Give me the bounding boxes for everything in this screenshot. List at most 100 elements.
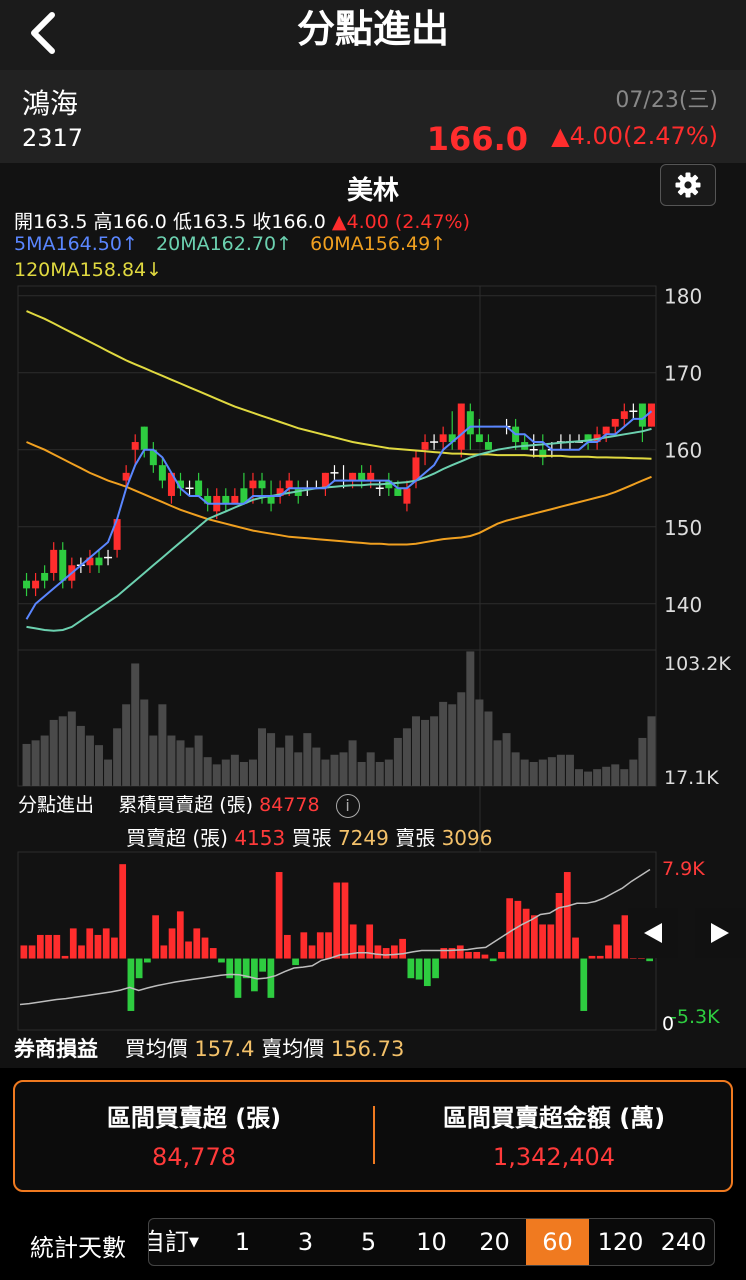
volume-bar	[620, 769, 629, 786]
net-value: 4153	[234, 826, 286, 850]
buy-sell-bar	[36, 934, 44, 959]
days-selector[interactable]: 自訂▼ 135102060120240	[148, 1218, 715, 1266]
volume-bar	[303, 733, 312, 786]
volume-bar	[556, 754, 565, 786]
cum-label: 累積買賣超 (張)	[118, 794, 254, 816]
volume-bar	[457, 692, 466, 786]
days-option-120[interactable]: 120	[589, 1219, 652, 1265]
buy-sell-bar	[53, 934, 61, 959]
volume-bar	[85, 735, 94, 786]
candle-body	[647, 403, 655, 427]
candle-body	[611, 418, 619, 427]
buy-avg-label: 買均價	[124, 1037, 188, 1061]
days-option-1[interactable]: 1	[211, 1219, 274, 1265]
volume-bar	[140, 699, 149, 786]
buy-sell-bar	[78, 945, 85, 959]
buy-sell-bar	[563, 872, 571, 959]
volume-bar	[629, 759, 638, 786]
volume-bar	[602, 766, 611, 786]
volume-bar	[131, 663, 140, 786]
buy-sell-bar	[127, 958, 135, 1011]
volume-bar	[149, 735, 158, 786]
buy-sell-bar	[308, 945, 316, 959]
volume-bar	[484, 711, 493, 786]
buy-sell-bar	[69, 928, 77, 959]
summary-net-label: 區間買賣超 (張)	[106, 1104, 282, 1132]
buy-sell-bar	[325, 932, 332, 959]
candle-body	[158, 465, 166, 481]
buy-sell-bar	[596, 955, 604, 959]
buy-sell-bar	[506, 898, 514, 959]
volume-bar	[94, 745, 103, 786]
prev-button[interactable]	[628, 908, 678, 958]
buy-sell-bar	[514, 900, 522, 959]
price-tick-label: 160	[664, 439, 702, 463]
volume-bar	[611, 764, 620, 786]
days-option-60[interactable]: 60	[526, 1219, 589, 1265]
buy-sell-bar	[646, 958, 653, 962]
volume-bar	[31, 740, 40, 786]
volume-bar	[466, 651, 475, 786]
buy-sell-bar	[275, 872, 283, 959]
days-option-5[interactable]: 5	[337, 1219, 400, 1265]
buy-sell-bar	[481, 954, 489, 959]
buy-sell-bar	[382, 948, 390, 959]
bs-panel-detail: 買賣超 (張) 4153 買張 7249 賣張 3096	[126, 822, 492, 851]
days-custom-dropdown[interactable]: 自訂▼	[149, 1219, 211, 1265]
buy-sell-bar	[489, 958, 497, 962]
candle-body	[620, 411, 628, 419]
triangle-right-icon	[711, 923, 729, 943]
buy-sell-bar	[316, 932, 324, 959]
candle-body	[439, 434, 447, 443]
volume-bar	[185, 747, 194, 786]
broker-profit-title: 券商損益	[14, 1037, 98, 1061]
volume-bar	[547, 757, 556, 786]
price-tick-label: 170	[664, 362, 702, 386]
buy-sell-bar	[119, 864, 127, 959]
candle-body	[421, 442, 429, 450]
volume-bar	[276, 747, 285, 786]
buy-sell-bar	[580, 958, 588, 1011]
days-option-10[interactable]: 10	[400, 1219, 463, 1265]
volume-bar	[22, 743, 31, 786]
buy-sell-bar	[440, 948, 448, 959]
buy-sell-bar	[251, 958, 258, 992]
volume-bar	[104, 759, 113, 786]
buy-sell-bar	[94, 934, 102, 959]
buysell-bottom-tick: -5.3K	[670, 1006, 720, 1028]
caret-down-icon: ▼	[189, 1235, 199, 1250]
volume-bar	[384, 759, 393, 786]
buy-sell-bar	[399, 938, 406, 959]
buy-sell-bar	[218, 958, 225, 963]
buy-sell-bar	[605, 945, 612, 959]
bs-panel-title: 分點進出	[18, 794, 95, 816]
buy-sell-bar	[572, 937, 579, 959]
days-option-240[interactable]: 240	[652, 1219, 714, 1265]
buy-sell-bar	[292, 958, 299, 966]
candle-body	[131, 442, 139, 450]
volume-bar	[248, 759, 257, 786]
candle-body	[457, 403, 465, 450]
info-icon[interactable]: i	[335, 793, 360, 818]
buy-sell-bar	[498, 951, 505, 959]
volume-bar	[176, 740, 185, 786]
buy-sell-bar	[45, 934, 52, 959]
days-option-20[interactable]: 20	[463, 1219, 526, 1265]
bs-panel-header: 分點進出 累積買賣超 (張) 84778 i	[18, 790, 360, 818]
volume-bar	[502, 733, 511, 786]
days-option-3[interactable]: 3	[274, 1219, 337, 1265]
summary-amount: 區間買賣超金額 (萬) 1,342,404	[375, 1098, 733, 1171]
volume-bar	[493, 740, 502, 786]
volume-bar	[439, 701, 448, 786]
next-button[interactable]	[695, 908, 745, 958]
buy-value: 7249	[337, 826, 389, 850]
sell-value: 3096	[441, 826, 493, 850]
volume-bar	[575, 769, 584, 786]
volume-bar	[58, 716, 67, 786]
candle-body	[285, 480, 293, 489]
summary-net-value: 84,778	[152, 1143, 236, 1171]
buy-sell-bar	[20, 945, 28, 959]
price-tick-label: 140	[664, 593, 702, 617]
net-label: 買賣超 (張)	[126, 826, 228, 850]
candle-body	[349, 472, 357, 481]
